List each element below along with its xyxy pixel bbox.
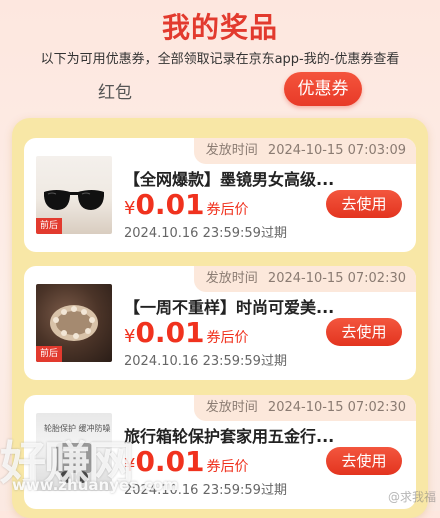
product-thumbnail[interactable]: 前后 [36, 156, 112, 234]
issue-time-value: 2024-10-15 07:02:30 [267, 400, 406, 415]
expiry-time: 2024.10.16 23:59:59过期 [124, 354, 287, 369]
product-title[interactable]: 【一周不重样】时尚可爱美... [124, 294, 346, 318]
hair-tie-icon [50, 305, 98, 341]
price-amount: 0.01 [135, 316, 205, 349]
thumbnail-badge: 前后 [36, 218, 63, 234]
use-coupon-button[interactable]: 去使用 [326, 190, 402, 218]
page-subtitle: 以下为可用优惠券，全部领取记录在京东app-我的-优惠券查看 [40, 52, 400, 67]
issue-time-value: 2024-10-15 07:03:09 [267, 143, 406, 158]
tab-redpacket[interactable]: 红包 [98, 78, 132, 103]
expiry-time: 2024.10.16 23:59:59过期 [124, 226, 287, 241]
coupon-card[interactable]: 发放时间 2024-10-15 07:02:30 前后 【一周不重样】时尚可爱美… [24, 266, 416, 380]
issue-time-label: 发放时间 [205, 271, 258, 286]
weibo-watermark: @求我福 [387, 490, 436, 504]
issue-time-tag: 发放时间 2024-10-15 07:02:30 [193, 395, 416, 421]
price-amount: 0.01 [135, 188, 205, 221]
product-thumbnail[interactable]: 前后 [36, 284, 112, 362]
price-symbol: ¥ [124, 326, 136, 347]
watermark-url: www.zhuanyes.com [12, 476, 179, 494]
page-title: 我的奖品 [161, 11, 278, 44]
issue-time-tag: 发放时间 2024-10-15 07:03:09 [193, 138, 416, 164]
product-title[interactable]: 【全网爆款】墨镜男女高级... [124, 166, 346, 190]
price-unit-label: 券后价 [206, 330, 249, 346]
price-unit-label: 券后价 [206, 459, 249, 475]
issue-time-label: 发放时间 [205, 400, 258, 415]
use-coupon-button[interactable]: 去使用 [326, 318, 402, 346]
coupon-price: ¥0.01 券后价 [124, 188, 249, 221]
price-unit-label: 券后价 [206, 202, 249, 218]
coupon-card[interactable]: 发放时间 2024-10-15 07:03:09 前后 【全网爆款】墨镜男女高级… [24, 138, 416, 252]
sunglasses-icon [44, 190, 104, 210]
price-symbol: ¥ [124, 198, 136, 219]
issue-time-tag: 发放时间 2024-10-15 07:02:30 [193, 266, 416, 292]
issue-time-value: 2024-10-15 07:02:30 [267, 271, 406, 286]
thumbnail-badge: 前后 [36, 346, 63, 362]
coupon-price: ¥0.01 券后价 [124, 316, 249, 349]
tab-coupon[interactable]: 优惠券 [284, 72, 362, 106]
use-coupon-button[interactable]: 去使用 [326, 447, 402, 475]
issue-time-label: 发放时间 [205, 143, 258, 158]
